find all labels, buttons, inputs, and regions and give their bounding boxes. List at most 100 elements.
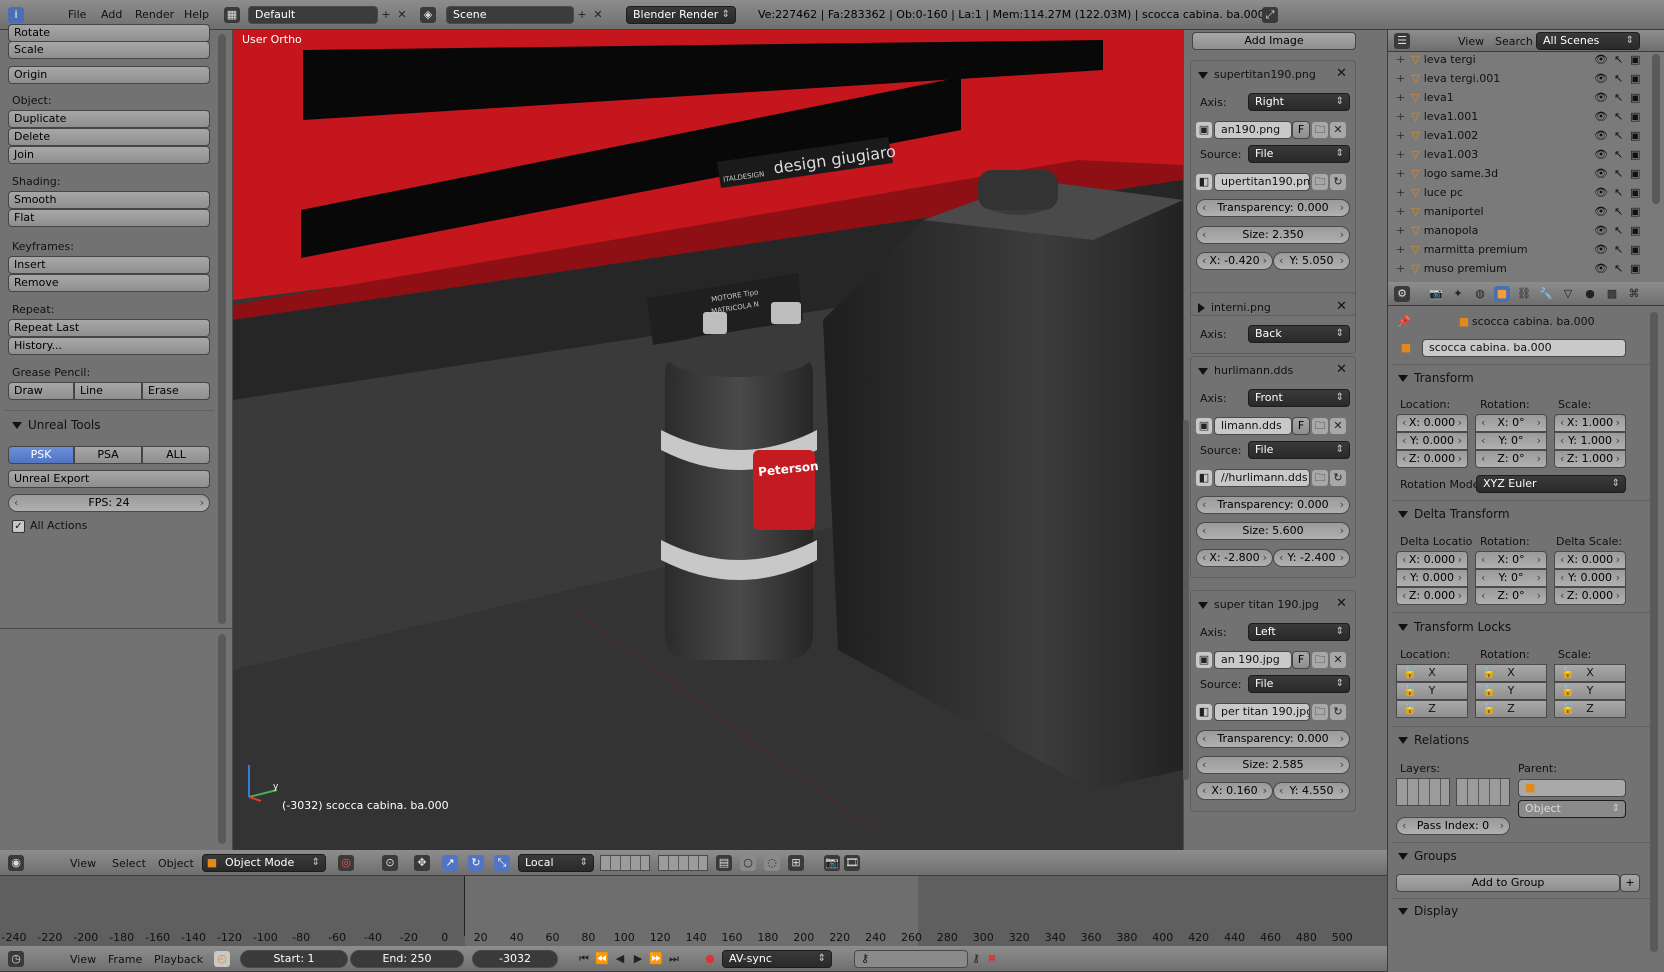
bg-image-remove-icon-4[interactable]: ✕ [1336, 596, 1347, 611]
location-y-field[interactable]: Y: 0.000 [1396, 432, 1468, 450]
axis-dropdown-2[interactable]: Back [1248, 325, 1350, 343]
select-arrow-icon[interactable]: ↖ [1614, 70, 1623, 88]
location-x-field[interactable]: X: 0.000 [1396, 414, 1468, 432]
fullscreen-icon[interactable]: ⤢ [1262, 7, 1278, 23]
keying-set-field[interactable]: ⚷ [854, 950, 968, 968]
physics-tab-icon[interactable]: ⌘ [1626, 286, 1642, 302]
image-file-field-1[interactable]: an190.png [1214, 121, 1292, 139]
expand-icon[interactable]: + [1396, 91, 1405, 104]
unreal-export-button[interactable]: Unreal Export [8, 470, 210, 488]
offset-x-field-3[interactable]: X: -2.800 [1196, 549, 1273, 567]
fake-user-button-4[interactable]: F [1292, 651, 1310, 669]
rotation-x-field[interactable]: X: 0° [1475, 414, 1547, 432]
outliner-view-menu[interactable]: View [1458, 35, 1484, 48]
data-tab-icon[interactable]: ▽ [1560, 286, 1576, 302]
scale-manipulator-icon[interactable]: ⤡ [494, 855, 510, 871]
jump-keyframe-forward-icon[interactable]: ⏩ [648, 951, 664, 967]
delta-location-x-field[interactable]: X: 0.000 [1396, 551, 1468, 569]
visibility-eye-icon[interactable]: 👁 [1594, 241, 1608, 259]
scene-icon[interactable]: ◈ [420, 7, 436, 23]
sync-mode-dropdown[interactable]: AV-sync [722, 950, 832, 968]
viewport-shading-icon[interactable]: ◎ [338, 855, 354, 871]
file-path-field-4[interactable]: per titan 190.jpg [1214, 703, 1310, 721]
rotation-y-field[interactable]: Y: 0° [1475, 432, 1547, 450]
reload-icon-4[interactable]: ↻ [1330, 704, 1346, 720]
tool-shelf-scrollbar[interactable] [218, 34, 226, 624]
remove-keyframe-button[interactable]: Remove [8, 274, 210, 292]
rotate-manipulator-icon[interactable]: ↻ [468, 855, 484, 871]
axis-dropdown-1[interactable]: Right [1248, 93, 1350, 111]
delta-rotation-z-field[interactable]: Z: 0° [1475, 587, 1547, 605]
outliner-scrollbar[interactable] [1652, 54, 1660, 204]
end-frame-field[interactable]: End: 250 [350, 950, 464, 968]
select-arrow-icon[interactable]: ↖ [1614, 146, 1623, 164]
lock-scale-y[interactable]: 🔓 Y [1554, 682, 1626, 700]
modifiers-tab-icon[interactable]: 🔧 [1538, 286, 1554, 302]
timeline-view-menu[interactable]: View [70, 953, 96, 966]
display-panel-title[interactable]: Display [1398, 904, 1458, 918]
jump-keyframe-back-icon[interactable]: ⏪ [594, 951, 610, 967]
offset-x-field-4[interactable]: X: 0.160 [1196, 782, 1273, 800]
outliner-item[interactable]: + ▽ leva1 👁 ↖ ▣ [1396, 89, 1646, 107]
proportional-edit-icon[interactable]: ○ [740, 855, 756, 871]
outliner-item[interactable]: + ▽ leva1.003 👁 ↖ ▣ [1396, 146, 1646, 164]
size-field-1[interactable]: Size: 2.350 [1196, 226, 1350, 244]
expand-icon[interactable]: + [1396, 224, 1405, 237]
source-dropdown-3[interactable]: File [1248, 441, 1350, 459]
translate-manipulator-icon[interactable]: ↗ [442, 855, 458, 871]
relations-panel-title[interactable]: Relations [1398, 733, 1469, 747]
visibility-eye-icon[interactable]: 👁 [1594, 260, 1608, 278]
transform-panel-title[interactable]: Transform [1398, 371, 1474, 385]
flat-button[interactable]: Flat [8, 209, 210, 227]
expand-icon[interactable]: + [1396, 262, 1405, 275]
properties-scrollbar[interactable] [1650, 312, 1658, 952]
source-dropdown-4[interactable]: File [1248, 675, 1350, 693]
snap-toggle-icon[interactable]: ◌ [764, 855, 780, 871]
expand-icon[interactable]: + [1396, 110, 1405, 123]
layout-icon[interactable]: ▦ [224, 7, 240, 23]
visibility-eye-icon[interactable]: 👁 [1594, 127, 1608, 145]
delta-transform-panel-title[interactable]: Delta Transform [1398, 507, 1510, 521]
render-camera-icon[interactable]: ▣ [1630, 51, 1640, 69]
view3d-view-menu[interactable]: View [70, 857, 96, 870]
visibility-eye-icon[interactable]: 👁 [1594, 89, 1608, 107]
delta-scale-z-field[interactable]: Z: 0.000 [1554, 587, 1626, 605]
image-file-field-3[interactable]: limann.dds [1214, 417, 1292, 435]
join-button[interactable]: Join [8, 146, 210, 164]
render-engine-selector[interactable]: Blender Render [626, 6, 736, 24]
visibility-eye-icon[interactable]: 👁 [1594, 203, 1608, 221]
scene-selector[interactable]: Scene [446, 6, 574, 24]
select-arrow-icon[interactable]: ↖ [1614, 165, 1623, 183]
play-icon[interactable]: ▶ [630, 951, 646, 967]
select-arrow-icon[interactable]: ↖ [1614, 184, 1623, 202]
outliner-item[interactable]: + ▽ muso premium 👁 ↖ ▣ [1396, 260, 1646, 278]
repeat-last-button[interactable]: Repeat Last [8, 319, 210, 337]
render-tab-icon[interactable]: 📷 [1428, 286, 1444, 302]
properties-editor-icon[interactable]: ⚙ [1394, 286, 1410, 302]
offset-y-field-1[interactable]: Y: 5.050 [1273, 252, 1350, 270]
viewport-3d[interactable]: User Ortho ITALDESIGN design giugiaro MO… [233, 30, 1183, 850]
view3d-object-menu[interactable]: Object [158, 857, 194, 870]
expand-icon[interactable]: + [1396, 205, 1405, 218]
world-tab-icon[interactable]: ◍ [1472, 286, 1488, 302]
open-folder-icon-1[interactable]: 🗀 [1312, 122, 1328, 138]
object-name-field[interactable]: scocca cabina. ba.000 [1422, 339, 1626, 357]
delta-scale-y-field[interactable]: Y: 0.000 [1554, 569, 1626, 587]
expand-icon[interactable]: + [1396, 167, 1405, 180]
constraints-tab-icon[interactable]: ⛓ [1516, 286, 1532, 302]
outliner-item[interactable]: + ▽ leva1.002 👁 ↖ ▣ [1396, 127, 1646, 145]
size-field-3[interactable]: Size: 5.600 [1196, 522, 1350, 540]
bg-image-name-1[interactable]: supertitan190.png [1198, 68, 1316, 81]
select-arrow-icon[interactable]: ↖ [1614, 203, 1623, 221]
smooth-button[interactable]: Smooth [8, 191, 210, 209]
transform-locks-panel-title[interactable]: Transform Locks [1398, 620, 1511, 634]
expand-icon[interactable]: + [1396, 72, 1405, 85]
texture-tab-icon[interactable]: ▩ [1604, 286, 1620, 302]
lock-scale-z[interactable]: 🔓 Z [1554, 700, 1626, 718]
object-tab-icon[interactable]: ■ [1494, 286, 1510, 302]
render-camera-icon[interactable]: ▣ [1630, 260, 1640, 278]
tool-shelf-scrollbar-2[interactable] [218, 634, 226, 844]
outliner-item[interactable]: + ▽ leva1.001 👁 ↖ ▣ [1396, 108, 1646, 126]
grease-draw-button[interactable]: Draw [8, 382, 74, 400]
outliner-item[interactable]: + ▽ luce pc 👁 ↖ ▣ [1396, 184, 1646, 202]
